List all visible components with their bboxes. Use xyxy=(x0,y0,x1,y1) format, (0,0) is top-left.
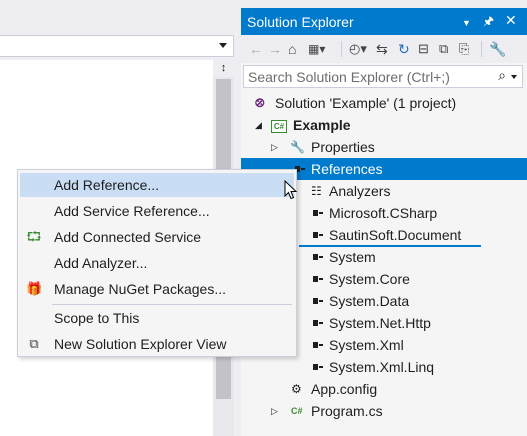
pending-changes-icon[interactable]: ◴▾ xyxy=(349,40,367,58)
menu-item-scope-to-this[interactable]: Scope to This xyxy=(20,306,294,330)
tree-item-label: Example xyxy=(293,117,351,133)
menu-item-new-solution-explorer-view[interactable]: ⧉ New Solution Explorer View xyxy=(20,332,294,356)
tree-item-properties[interactable]: ▷ 🔧 Properties xyxy=(241,136,527,158)
back-icon[interactable]: ← xyxy=(249,40,263,58)
config-file-icon: ⚙ xyxy=(291,382,302,396)
tree-item-label: System.Xml.Linq xyxy=(329,359,435,375)
menu-item-label: Add Connected Service xyxy=(54,229,202,245)
tree-item-label: App.config xyxy=(311,381,378,397)
menu-separator xyxy=(52,304,292,305)
properties-icon[interactable]: 🔧 xyxy=(489,40,506,58)
editor-tab-strip xyxy=(0,0,240,35)
toolbar-separator xyxy=(481,41,482,57)
search-icon[interactable]: ⌕ xyxy=(498,67,506,84)
menu-item-label: Add Service Reference... xyxy=(54,203,210,219)
tree-item-label: Program.cs xyxy=(311,403,383,419)
menu-item-manage-nuget[interactable]: 🎁 Manage NuGet Packages... xyxy=(20,277,294,301)
nuget-icon: 🎁 xyxy=(26,281,43,296)
tree-item-project[interactable]: ◢ C# Example xyxy=(241,114,527,136)
analyzers-icon: ☷ xyxy=(311,184,322,198)
connected-service-icon: ⮔ xyxy=(26,229,42,244)
solution-explorer-titlebar: Solution Explorer ▼ 🖈 ✕ xyxy=(241,8,527,35)
sync-icon[interactable]: ⇆ xyxy=(376,40,388,58)
menu-item-label: Manage NuGet Packages... xyxy=(54,281,226,297)
copy-icon[interactable]: ⎘ xyxy=(459,40,469,58)
tree-item-label: System.Core xyxy=(329,271,410,287)
home-icon[interactable]: ⌂ xyxy=(288,40,296,58)
tree-item-reference[interactable]: System.Xml.Linq xyxy=(241,356,527,378)
tree-item-label: Microsoft.CSharp xyxy=(329,205,438,221)
navigation-dropdown[interactable] xyxy=(0,35,234,57)
toolbar-separator xyxy=(341,41,342,57)
chevron-down-icon[interactable] xyxy=(219,43,227,48)
search-input[interactable] xyxy=(248,68,488,85)
assembly-reference-icon xyxy=(313,342,323,348)
tree-item-label: System.Data xyxy=(329,293,410,309)
show-all-files-icon[interactable]: ⧉ xyxy=(439,40,448,58)
dropdown-icon[interactable]: ▼ xyxy=(462,15,471,31)
tree-item-label: Properties xyxy=(311,139,375,155)
tree-item-label: Analyzers xyxy=(329,183,391,199)
menu-item-label: Scope to This xyxy=(54,310,140,326)
csharp-file-icon: C# xyxy=(291,406,303,416)
assembly-reference-icon xyxy=(313,320,323,326)
menu-item-add-analyzer[interactable]: Add Analyzer... xyxy=(20,251,294,275)
menu-item-add-connected-service[interactable]: ⮔ Add Connected Service xyxy=(20,225,294,249)
panel-title: Solution Explorer xyxy=(247,14,354,30)
collapsed-arrow-icon[interactable]: ▷ xyxy=(271,400,278,422)
context-menu: Add Reference... Add Service Reference..… xyxy=(17,169,297,357)
assembly-reference-icon xyxy=(313,298,323,304)
csharp-project-icon: C# xyxy=(271,114,287,136)
tree-item-label: References xyxy=(311,161,383,177)
expanded-arrow-icon[interactable]: ◢ xyxy=(255,114,262,136)
solution-explorer-toolbar: ← → ⌂ ▦▾ ◴▾ ⇆ ↻ ⊟ ⧉ ⎘ 🔧 xyxy=(241,35,527,63)
tree-item-app-config[interactable]: ⚙ App.config xyxy=(241,378,527,400)
forward-icon[interactable]: → xyxy=(268,40,282,58)
wrench-icon: 🔧 xyxy=(290,140,305,154)
new-view-icon: ⧉ xyxy=(29,336,39,351)
split-window-icon[interactable]: ↕ xyxy=(213,60,234,77)
close-icon[interactable]: ✕ xyxy=(505,12,517,28)
menu-item-label: New Solution Explorer View xyxy=(54,336,227,352)
refresh-icon[interactable]: ↻ xyxy=(398,40,410,58)
search-box[interactable]: ⌕ xyxy=(243,65,523,88)
tree-item-label: Solution 'Example' (1 project) xyxy=(275,95,457,111)
assembly-reference-icon xyxy=(313,254,323,260)
collapse-all-icon[interactable]: ⊟ xyxy=(418,40,429,58)
menu-item-add-service-reference[interactable]: Add Service Reference... xyxy=(20,199,294,223)
tree-item-program[interactable]: ▷ C# Program.cs xyxy=(241,400,527,422)
switch-views-icon[interactable]: ▦▾ xyxy=(308,40,325,58)
tree-item-label: System.Net.Http xyxy=(329,315,431,331)
menu-item-add-reference[interactable]: Add Reference... xyxy=(20,173,294,197)
assembly-reference-icon xyxy=(313,232,323,238)
menu-item-label: Add Reference... xyxy=(54,177,160,193)
tree-item-solution[interactable]: ⦼ Solution 'Example' (1 project) xyxy=(241,92,527,114)
assembly-reference-icon xyxy=(313,276,323,282)
menu-item-label: Add Analyzer... xyxy=(54,255,148,271)
tree-item-label: System.Xml xyxy=(329,337,404,353)
assembly-reference-icon xyxy=(313,210,323,216)
search-options-icon[interactable] xyxy=(511,75,517,79)
tree-item-label: System xyxy=(329,249,376,265)
pin-icon[interactable]: 🖈 xyxy=(483,13,494,29)
tree-item-label: SautinSoft.Document xyxy=(329,227,462,243)
mouse-cursor-icon xyxy=(284,180,298,200)
assembly-reference-icon xyxy=(313,364,323,370)
reference-highlight-underline xyxy=(299,245,481,247)
collapsed-arrow-icon[interactable]: ▷ xyxy=(271,136,278,158)
solution-icon: ⦼ xyxy=(255,96,265,110)
